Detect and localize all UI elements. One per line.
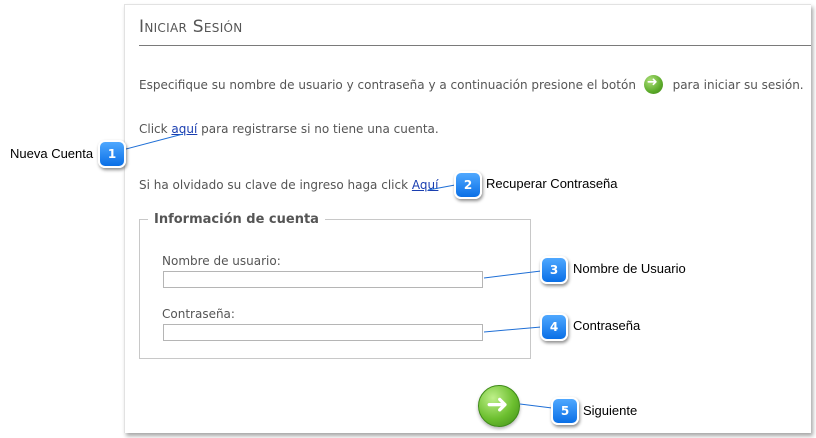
callout-label-4: Contraseña <box>573 318 641 333</box>
callout-badge-3: 3 <box>540 256 568 284</box>
callout-badge-4: 4 <box>540 313 568 341</box>
password-label: Contraseña: <box>162 307 235 321</box>
register-link[interactable]: aquí <box>171 122 197 136</box>
callout-label-5: Siguiente <box>583 403 638 418</box>
callout-label-2: Recuperar Contraseña <box>486 176 618 191</box>
callout-label-3: Nombre de Usuario <box>573 261 686 276</box>
password-input[interactable] <box>163 324 483 341</box>
page-title: Iniciar Sesión <box>139 17 243 37</box>
callout-label-1: Nueva Cuenta <box>10 146 94 161</box>
register-prefix: Click <box>139 122 172 136</box>
recover-password-link[interactable]: Aquí <box>412 178 439 192</box>
title-divider <box>139 45 811 46</box>
fieldset-legend: Información de cuenta <box>154 212 319 227</box>
recover-text: Si ha olvidado su clave de ingreso haga … <box>139 178 438 192</box>
instruction-text-before: Especifique su nombre de usuario y contr… <box>139 78 636 92</box>
callout-badge-1: 1 <box>98 140 126 168</box>
recover-prefix: Si ha olvidado su clave de ingreso haga … <box>139 178 412 192</box>
callout-badge-2: 2 <box>454 171 482 199</box>
instruction-text-after: para iniciar su sesión. <box>672 78 804 92</box>
instruction-text: Especifique su nombre de usuario y contr… <box>139 75 804 95</box>
register-text: Click aquí para registrarse si no tiene … <box>139 122 439 136</box>
next-button[interactable] <box>478 385 520 427</box>
register-suffix: para registrarse si no tiene una cuenta. <box>197 122 439 136</box>
callout-badge-5: 5 <box>551 397 579 425</box>
arrow-right-circle-icon <box>643 75 663 94</box>
username-input[interactable] <box>163 271 483 288</box>
login-panel: Iniciar Sesión Especifique su nombre de … <box>124 4 811 433</box>
username-label: Nombre de usuario: <box>162 254 281 268</box>
